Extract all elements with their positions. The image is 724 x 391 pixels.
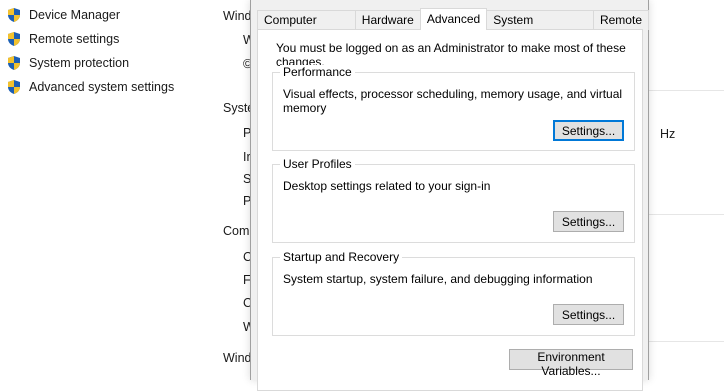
tab-bar: Computer Name Hardware Advanced System P… — [257, 8, 649, 46]
advanced-tab-panel: You must be logged on as an Administrato… — [257, 29, 643, 391]
group-title-startup-recovery: Startup and Recovery — [280, 250, 403, 264]
performance-description: Visual effects, processor scheduling, me… — [283, 87, 623, 115]
sidebar-item-advanced-system-settings[interactable]: Advanced system settings — [6, 75, 174, 99]
tab-remote[interactable]: Remote — [592, 10, 649, 30]
divider — [648, 341, 724, 342]
shield-icon — [6, 79, 22, 95]
tab-hardware[interactable]: Hardware — [354, 10, 421, 30]
startup-recovery-settings-button[interactable]: Settings... — [553, 304, 624, 325]
sidebar-item-system-protection[interactable]: System protection — [6, 51, 174, 75]
shield-icon — [6, 31, 22, 47]
sidebar-item-label: Remote settings — [29, 32, 120, 46]
tab-system-protection[interactable]: System Protection — [486, 10, 594, 46]
shield-icon — [6, 7, 22, 23]
sidebar-item-label: Advanced system settings — [29, 80, 175, 94]
sidebar-item-device-manager[interactable]: Device Manager — [6, 3, 174, 27]
group-title-performance: Performance — [280, 65, 355, 79]
system-properties-dialog: Computer Name Hardware Advanced System P… — [250, 0, 649, 391]
sidebar-item-label: System protection — [29, 56, 130, 70]
tab-advanced[interactable]: Advanced — [419, 8, 488, 30]
control-panel-sidebar: Device Manager Remote settings System pr… — [6, 3, 174, 99]
divider — [648, 214, 724, 215]
environment-variables-button[interactable]: Environment Variables... — [509, 349, 633, 378]
sidebar-item-remote-settings[interactable]: Remote settings — [6, 27, 174, 51]
user-profiles-settings-button[interactable]: Settings... — [553, 211, 624, 232]
user-profiles-description: Desktop settings related to your sign-in — [283, 179, 491, 193]
startup-recovery-group: Startup and Recovery System startup, sys… — [272, 250, 635, 336]
performance-settings-button[interactable]: Settings... — [553, 120, 624, 141]
bg-text-hz: Hz — [660, 127, 676, 141]
section-heading-computer: Com — [223, 224, 250, 238]
group-title-user-profiles: User Profiles — [280, 157, 355, 171]
startup-recovery-description: System startup, system failure, and debu… — [283, 272, 593, 286]
tab-computer-name[interactable]: Computer Name — [257, 10, 356, 46]
shield-icon — [6, 55, 22, 71]
divider — [648, 90, 724, 91]
sidebar-item-label: Device Manager — [29, 8, 121, 22]
performance-group: Performance Visual effects, processor sc… — [272, 65, 635, 151]
user-profiles-group: User Profiles Desktop settings related t… — [272, 157, 635, 243]
